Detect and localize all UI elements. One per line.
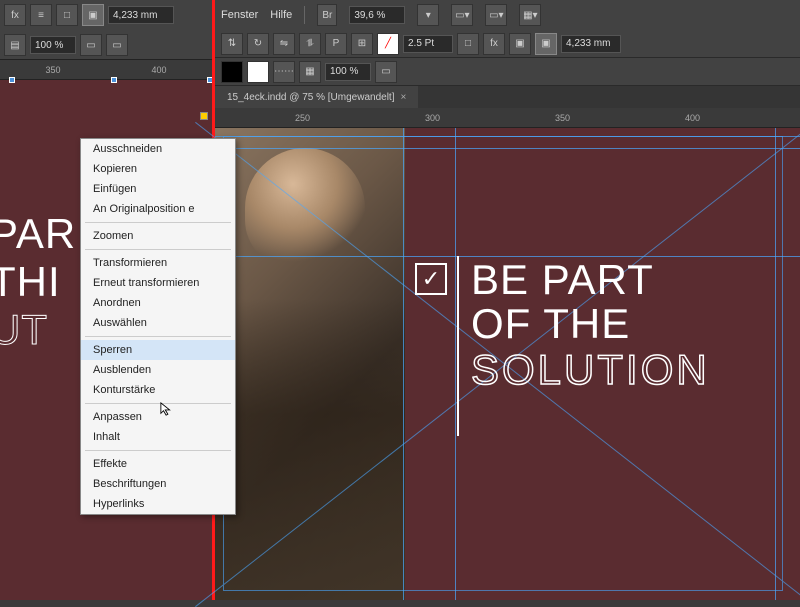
screen-icon[interactable]: ▭ [106,34,128,56]
divider-line [457,256,459,436]
guide-v[interactable] [403,128,404,600]
headline-line-3: SOLUTION [471,346,710,394]
screen-mode-icon[interactable]: ▭▾ [485,4,507,26]
arrange-icon[interactable]: ▦▾ [519,4,541,26]
ruler-tick: 250 [295,113,310,123]
zoom-field-right[interactable]: 100 % [325,63,371,81]
dim-field-right[interactable]: 4,233 mm [561,35,621,53]
control-bar-1: ⇅ ↻ ⇋ ⥮ P ⊞ ╱ 2.5 Pt □ fx ▣ ▣ 4,233 mm [215,30,800,58]
ctx-lock[interactable]: Sperren [81,340,235,360]
menu-hilfe[interactable]: Hilfe [270,9,292,21]
headline-fragment: PAR [0,210,76,258]
ctx-arrange[interactable]: Anordnen [81,293,235,313]
bounds-icon[interactable]: ▣ [82,4,104,26]
tab-title: 15_4eck.indd @ 75 % [Umgewandelt] [227,92,394,103]
para-icon[interactable]: P [325,33,347,55]
stroke-swatch-icon[interactable] [247,61,269,83]
ctx-effects[interactable]: Effekte [81,454,235,474]
wrap-icon[interactable]: □ [56,4,78,26]
ctx-paste[interactable]: Einfügen [81,179,235,199]
cursor-icon [160,402,174,419]
ruler-tick: 350 [555,113,570,123]
dots-icon[interactable]: ⋯⋯ [273,61,295,83]
guide-h[interactable] [215,148,800,149]
left-toolbar: fx ≡ □ ▣ 4,233 mm ▤ 100 % ▭ ▭ [0,0,212,60]
ctx-hide[interactable]: Ausblenden [81,360,235,380]
ctx-hyperlinks[interactable]: Hyperlinks [81,494,235,514]
control-bar-2: ⋯⋯ ▦ 100 % ▭ [215,58,800,86]
right-panel: Fenster Hilfe Br 39,6 % ▾ ▭▾ ▭▾ ▦▾ ⇅ ↻ ⇋… [215,0,800,600]
document-tab[interactable]: 15_4eck.indd @ 75 % [Umgewandelt] × [215,86,418,108]
headline-fragment: UT [0,306,76,354]
wrap-icon-2[interactable]: ▣ [509,33,531,55]
ctx-select[interactable]: Auswählen [81,313,235,333]
checkbox-graphic: ✓ [415,263,447,295]
fx-icon[interactable]: fx [4,4,26,26]
ctx-transform[interactable]: Transformieren [81,253,235,273]
guide-v[interactable] [775,128,776,600]
zoom-field-left[interactable]: 100 % [30,36,76,54]
layers-icon[interactable]: ▤ [4,34,26,56]
context-menu: Ausschneiden Kopieren Einfügen An Origin… [80,138,236,515]
view-icon-2[interactable]: ▭ [375,61,397,83]
ctx-paste-in-place[interactable]: An Originalposition e [81,199,235,219]
ctx-stroke-weight[interactable]: Konturstärke [81,380,235,400]
right-canvas[interactable]: ✓ BE PART OF THE SOLUTION [215,128,800,600]
ctx-transform-again[interactable]: Erneut transformieren [81,273,235,293]
flip-v-icon[interactable]: ⥮ [299,33,321,55]
ruler-tick: 350 [45,65,60,75]
selection-handles[interactable] [12,80,210,98]
tab-bar: 15_4eck.indd @ 75 % [Umgewandelt] × [215,86,800,108]
dim-field-left[interactable]: 4,233 mm [108,6,174,24]
bounds-icon-2[interactable]: ▣ [535,33,557,55]
ruler-tick: 300 [425,113,440,123]
headline-text[interactable]: BE PART OF THE SOLUTION [471,256,710,394]
ctx-content[interactable]: Inhalt [81,427,235,447]
right-ruler: 250 300 350 400 [215,108,800,128]
menu-fenster[interactable]: Fenster [221,9,258,21]
menu-bar: Fenster Hilfe Br 39,6 % ▾ ▭▾ ▭▾ ▦▾ [215,0,800,30]
ctx-cut[interactable]: Ausschneiden [81,139,235,159]
stroke-weight[interactable]: 2.5 Pt [403,35,453,53]
bridge-icon[interactable]: Br [317,4,337,26]
ctx-fit[interactable]: Anpassen [81,407,235,427]
left-headline: PAR THI UT [0,210,76,354]
grid-icon[interactable]: ▦ [299,61,321,83]
anchor-point-icon[interactable] [200,112,208,120]
view-icon[interactable]: ▭ [80,34,102,56]
headline-line-1: BE PART [471,256,710,304]
rotate-icon[interactable]: ↻ [247,33,269,55]
ctx-copy[interactable]: Kopieren [81,159,235,179]
view-mode-icon[interactable]: ▭▾ [451,4,473,26]
align-icon[interactable]: ≡ [30,4,52,26]
guide-h[interactable] [215,136,800,137]
app-zoom[interactable]: 39,6 % [349,6,405,24]
fill-swatch-icon[interactable] [221,61,243,83]
headline-fragment: THI [0,258,76,306]
fx-icon-2[interactable]: fx [483,33,505,55]
ctx-captions[interactable]: Beschriftungen [81,474,235,494]
chevron-down-icon[interactable]: ▾ [417,4,439,26]
ruler-tick: 400 [685,113,700,123]
ctx-zoom[interactable]: Zoomen [81,226,235,246]
guide-v[interactable] [455,128,456,600]
headline-line-2: OF THE [471,300,710,348]
stroke-none-icon[interactable]: ╱ [377,33,399,55]
close-icon[interactable]: × [400,92,406,103]
flip-h-icon[interactable]: ⇋ [273,33,295,55]
corner-icon[interactable]: □ [457,33,479,55]
ruler-tick: 400 [151,65,166,75]
align-group-icon[interactable]: ⊞ [351,33,373,55]
link-icon[interactable]: ⇅ [221,33,243,55]
left-ruler: 350 400 [0,60,212,80]
